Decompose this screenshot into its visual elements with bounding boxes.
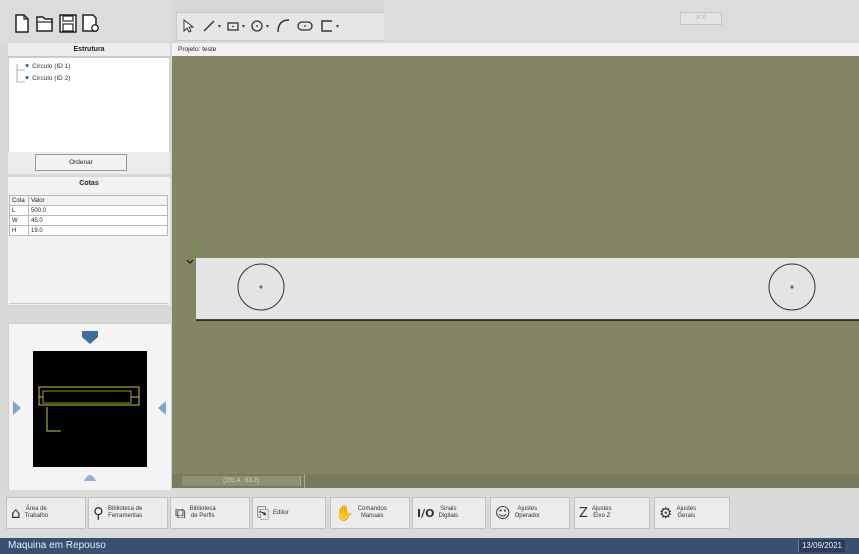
workpiece xyxy=(196,258,859,320)
tree-item-label: Circulo (ID 2) xyxy=(32,75,71,82)
structure-tree: ♥ Circulo (ID 1) ♥ Circulo (ID 2) xyxy=(8,57,170,154)
shape-icon: ♥ xyxy=(25,63,30,70)
button-label: Biblioteca de Perfis xyxy=(189,506,216,519)
hand-icon: ✋ xyxy=(335,503,354,522)
table-row[interactable]: L 500.0 xyxy=(9,205,168,216)
shape-icon: ♥ xyxy=(25,75,30,82)
view-right-arrow-icon[interactable] xyxy=(157,400,167,416)
new-file-icon[interactable] xyxy=(12,12,32,34)
table-cell: W xyxy=(9,215,29,226)
estrutura-panel: Estrutura ♥ Circulo (ID 1) ♥ Circulo (ID… xyxy=(8,43,170,154)
circle-dropdown-icon[interactable]: ▾ xyxy=(265,17,270,35)
biblioteca-ferramentas-button[interactable]: ⚲ Biblioteca de Ferramentas xyxy=(88,497,168,529)
save-icon[interactable] xyxy=(58,12,78,34)
table-cell[interactable]: 19.0 xyxy=(28,225,168,236)
ajustes-eixo-z-button[interactable]: Z Ajustes Eixo Z xyxy=(574,497,650,529)
rectangle-dropdown-icon[interactable]: ▾ xyxy=(241,17,246,35)
divider xyxy=(304,474,305,488)
open-folder-icon[interactable] xyxy=(35,12,55,34)
comandos-manuais-button[interactable]: ✋ Comandos Manuais xyxy=(330,497,410,529)
view-top-arrow-icon[interactable] xyxy=(81,330,99,346)
origin-marker xyxy=(186,259,194,264)
tree-item-label: Circulo (ID 1) xyxy=(32,63,71,70)
drawing-svg xyxy=(186,236,859,321)
button-label: Ajustes Operador xyxy=(514,506,540,519)
gear-icon: ⚙ xyxy=(659,503,673,522)
rectangle-tool-icon[interactable] xyxy=(225,17,241,35)
table-cell: H xyxy=(9,225,29,236)
ajustes-operador-button[interactable]: ☺ Ajustes Operador xyxy=(490,497,570,529)
tree-item[interactable]: ♥ Circulo (ID 2) xyxy=(25,75,70,82)
table-header-row: Cota Valor xyxy=(9,195,168,206)
button-label: Biblioteca de Ferramentas xyxy=(108,506,143,519)
drawing-canvas[interactable] xyxy=(172,56,859,474)
machine-status: Maquina em Repouso xyxy=(8,540,106,551)
table-cell[interactable]: 500.0 xyxy=(28,205,168,216)
arc-tool-icon[interactable] xyxy=(275,17,291,35)
slot-tool-icon[interactable] xyxy=(297,17,313,35)
xy-indicator: X:Y xyxy=(680,12,722,25)
table-cell: L xyxy=(9,205,29,216)
profile-tool-icon[interactable] xyxy=(319,17,335,35)
canvas-status-bar: (201.4 , 63.2) xyxy=(172,474,859,488)
line-tool-icon[interactable] xyxy=(201,17,217,35)
settings-document-icon[interactable] xyxy=(81,12,101,34)
operator-icon: ☺ xyxy=(495,503,511,522)
sinais-digitais-button[interactable]: I/O Sinais Digitais xyxy=(412,497,486,529)
status-date: 13/09/2021 xyxy=(797,540,845,552)
view-bottom-arrow-icon[interactable] xyxy=(83,472,97,482)
table-cell[interactable]: 45.0 xyxy=(28,215,168,226)
biblioteca-perfis-button[interactable]: ⧉ Biblioteca de Perfis xyxy=(170,497,250,529)
divider xyxy=(9,303,168,304)
cotas-panel: Cotas Cota Valor L 500.0 W 45.0 H 19.0 xyxy=(8,177,170,305)
button-label: Ajustes Eixo Z xyxy=(591,506,612,519)
table-row[interactable]: W 45.0 xyxy=(9,215,168,226)
column-header: Valor xyxy=(28,195,168,206)
file-toolbar xyxy=(0,0,172,42)
button-label: Sinais Digitais xyxy=(438,506,459,519)
ordenar-button[interactable]: Ordenar xyxy=(35,154,127,171)
profile-library-icon: ⧉ xyxy=(175,503,186,522)
toolbar-spacer xyxy=(384,0,859,42)
line-dropdown-icon[interactable]: ▾ xyxy=(217,17,222,35)
estrutura-title: Estrutura xyxy=(8,43,170,57)
z-axis-icon: Z xyxy=(579,505,588,521)
bottom-toolbar: ⌂ Área de Trabalho ⚲ Biblioteca de Ferra… xyxy=(0,490,859,538)
cursor-coordinates: (201.4 , 63.2) xyxy=(182,476,301,486)
button-label: Editor xyxy=(273,509,289,516)
profile-shape xyxy=(38,386,140,432)
editor-button[interactable]: ⎘ Editor xyxy=(252,497,326,529)
profile-dropdown-icon[interactable]: ▾ xyxy=(335,17,340,35)
column-header: Cota xyxy=(9,195,29,206)
circle-tool-icon[interactable] xyxy=(249,17,265,35)
button-label: Área de Trabalho xyxy=(24,506,48,519)
draw-toolbar: ▾ ▾ ▾ ▾ xyxy=(176,12,386,41)
editor-icon: ⎘ xyxy=(257,503,270,522)
table-row[interactable]: H 19.0 xyxy=(9,225,168,236)
profile-preview-panel xyxy=(8,323,172,495)
tool-icon: ⚲ xyxy=(93,503,104,522)
cotas-title: Cotas xyxy=(8,177,170,190)
button-label: Ajustes Gerais xyxy=(676,506,697,519)
status-bar: Maquina em Repouso 13/09/2021 xyxy=(0,538,859,554)
button-label: Comandos Manuais xyxy=(357,506,387,519)
ajustes-gerais-button[interactable]: ⚙ Ajustes Gerais xyxy=(654,497,730,529)
select-pointer-icon[interactable] xyxy=(180,17,196,35)
cotas-table: Cota Valor L 500.0 W 45.0 H 19.0 xyxy=(9,195,168,236)
io-icon: I/O xyxy=(417,506,435,520)
area-trabalho-button[interactable]: ⌂ Área de Trabalho xyxy=(6,497,86,529)
view-left-arrow-icon[interactable] xyxy=(12,400,22,416)
home-icon: ⌂ xyxy=(11,503,21,522)
profile-preview-canvas xyxy=(33,351,147,467)
tree-item[interactable]: ♥ Circulo (ID 1) xyxy=(25,63,70,70)
project-label: Projeto: teste xyxy=(172,43,859,56)
